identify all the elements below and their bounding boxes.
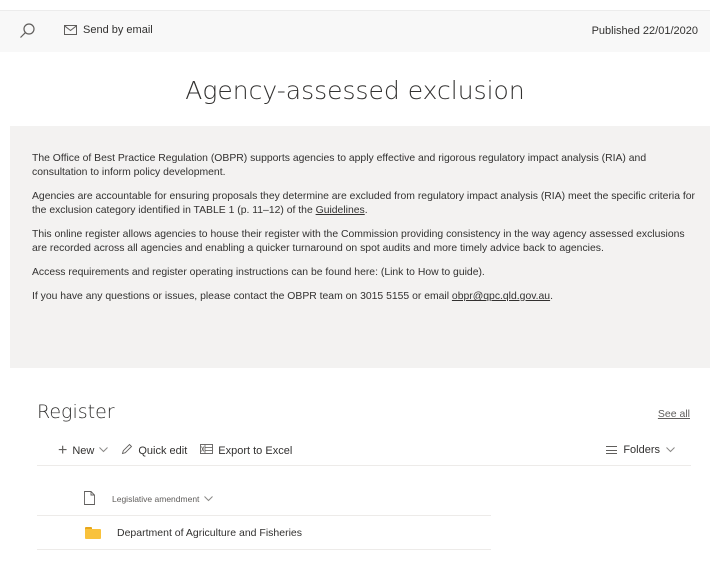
mail-icon — [64, 25, 77, 35]
command-top-bar: Send by email Published 22/01/2020 — [0, 10, 710, 52]
info-paragraph-2-end: . — [364, 205, 368, 216]
info-paragraph-5-text: If you have any questions or issues, ple… — [32, 291, 452, 302]
send-by-email-label: Send by email — [83, 24, 153, 36]
info-paragraph-5-end: . — [550, 291, 553, 302]
list-item[interactable]: Department of Agriculture and Fisheries — [37, 516, 491, 550]
column-header-label: Legislative amendment — [112, 493, 200, 504]
info-paragraph-3: This online register allows agencies to … — [32, 229, 685, 254]
search-icon[interactable] — [16, 21, 38, 43]
info-paragraph-5: If you have any questions or issues, ple… — [32, 290, 696, 304]
new-label: New — [72, 444, 95, 457]
page-title: Agency-assessed exclusion — [185, 76, 525, 105]
published-date: Published 22/01/2020 — [591, 25, 698, 37]
excel-icon — [200, 443, 214, 458]
list-view-icon — [606, 446, 618, 454]
folder-icon — [85, 526, 101, 539]
pencil-icon — [121, 443, 133, 458]
info-paragraph-1: The Office of Best Practice Regulation (… — [32, 153, 647, 178]
send-by-email-button[interactable]: Send by email — [64, 24, 153, 36]
see-all-link[interactable]: See all — [658, 408, 690, 420]
quick-edit-button[interactable]: Quick edit — [121, 443, 187, 458]
column-header[interactable]: Legislative amendment — [37, 482, 491, 516]
export-label: Export to Excel — [218, 444, 293, 457]
folders-label: Folders — [623, 444, 660, 456]
new-button[interactable]: + New — [58, 441, 109, 459]
view-options-button[interactable]: Folders — [606, 444, 675, 456]
list-item-name: Department of Agriculture and Fisheries — [117, 526, 303, 539]
info-paragraph-2: Agencies are accountable for ensuring pr… — [32, 190, 696, 218]
chevron-down-icon — [99, 445, 109, 456]
info-paragraph-4: Access requirements and register operati… — [32, 267, 485, 278]
guidelines-link[interactable]: Guidelines — [316, 205, 365, 216]
register-list: Legislative amendment Department of Agri… — [37, 482, 491, 550]
info-text-section: The Office of Best Practice Regulation (… — [10, 126, 710, 368]
export-to-excel-button[interactable]: Export to Excel — [200, 443, 292, 458]
chevron-down-icon — [666, 444, 675, 456]
register-title: Register — [37, 401, 115, 423]
quick-edit-label: Quick edit — [138, 444, 188, 457]
chevron-down-icon — [204, 494, 214, 504]
email-link[interactable]: obpr@qpc.qld.gov.au — [452, 291, 550, 302]
document-icon — [84, 490, 95, 507]
plus-icon: + — [58, 441, 68, 459]
list-command-bar: + New Quick edit Export to Excel Folders — [37, 436, 691, 466]
